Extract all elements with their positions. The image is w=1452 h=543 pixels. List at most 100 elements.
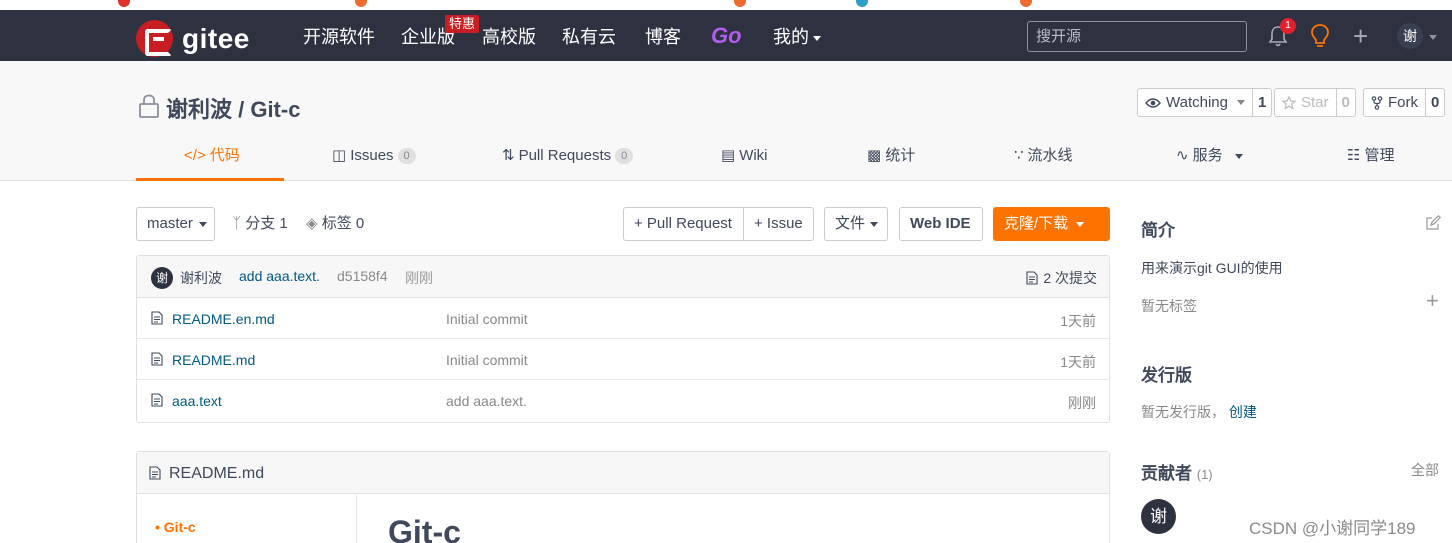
search-input[interactable]: [1027, 21, 1247, 52]
create-release-link[interactable]: 创建: [1229, 404, 1257, 420]
no-release-text: 暂无发行版，: [1141, 404, 1225, 420]
bookmark-icon[interactable]: [355, 0, 367, 7]
tab-manage[interactable]: ☷ 管理: [1347, 141, 1394, 181]
file-name[interactable]: aaa.text: [172, 393, 222, 409]
file-list: 谢 谢利波 add aaa.text. d5158f4 刚刚 2 次提交 REA…: [136, 255, 1110, 423]
notification-badge: 1: [1280, 18, 1296, 34]
branches-link[interactable]: ᛉ 分支 1: [232, 207, 288, 241]
file-time: 1天前: [1060, 354, 1096, 370]
clone-download-button[interactable]: 克隆/下载: [993, 207, 1110, 241]
star-button-group: Star 0: [1274, 88, 1356, 117]
tab-issues[interactable]: ◫ Issues 0: [332, 141, 416, 181]
tab-pull-requests-label: Pull Requests: [518, 147, 612, 164]
add-tag-icon[interactable]: +: [1426, 290, 1439, 312]
toc-item[interactable]: • Git-c: [155, 519, 196, 535]
file-name[interactable]: README.en.md: [172, 311, 275, 327]
create-plus-icon[interactable]: +: [1353, 23, 1368, 49]
tag-icon: ◈: [306, 215, 318, 232]
fork-count[interactable]: 0: [1425, 89, 1444, 116]
tab-wiki[interactable]: ▤ Wiki: [721, 141, 768, 181]
readme-header: README.md: [137, 452, 1109, 494]
issues-count-badge: 0: [397, 148, 416, 164]
file-commit-message[interactable]: add aaa.text.: [446, 393, 527, 409]
bar-chart-icon: ▩: [867, 147, 882, 164]
book-icon: ▤: [721, 147, 736, 164]
commit-message[interactable]: add aaa.text.: [239, 268, 320, 284]
nav-university[interactable]: 高校版: [482, 26, 536, 48]
nav-mine-dropdown[interactable]: 我的: [773, 26, 821, 48]
nav-private-cloud[interactable]: 私有云: [562, 26, 616, 48]
fork-label: Fork: [1388, 94, 1418, 111]
project-title[interactable]: 谢利波 / Git-c: [166, 92, 300, 124]
tab-pipeline[interactable]: ∵ 流水线: [1014, 141, 1073, 181]
file-row[interactable]: README.en.md Initial commit 1天前: [137, 298, 1109, 339]
bookmark-icon[interactable]: [118, 0, 130, 7]
tab-services[interactable]: ∿ 服务: [1176, 141, 1243, 181]
edit-icon[interactable]: [1425, 215, 1441, 231]
intro-title: 简介: [1141, 221, 1175, 240]
chevron-down-icon: [1236, 100, 1245, 105]
tab-pull-requests[interactable]: ⇅ Pull Requests 0: [502, 141, 634, 181]
tab-wiki-label: Wiki: [739, 147, 768, 164]
branch-select[interactable]: master: [136, 207, 215, 241]
contributor-avatar[interactable]: 谢: [1141, 499, 1176, 534]
new-issue-button[interactable]: + Issue: [743, 207, 814, 241]
tab-pipeline-label: 流水线: [1027, 147, 1073, 164]
intro-text: 用来演示git GUI的使用: [1141, 260, 1283, 276]
tab-stats[interactable]: ▩ 统计: [867, 141, 915, 181]
pulse-icon: ∿: [1176, 147, 1189, 164]
fork-icon: [1371, 95, 1383, 110]
bookmark-bar: [0, 0, 1452, 10]
commit-count-link[interactable]: 2 次提交: [1026, 268, 1097, 288]
file-row[interactable]: aaa.text add aaa.text. 刚刚: [137, 380, 1109, 421]
nav-go[interactable]: Go: [711, 23, 742, 49]
nav-open-source[interactable]: 开源软件: [303, 26, 375, 48]
watch-count[interactable]: 1: [1251, 89, 1271, 116]
branches-label: 分支 1: [245, 215, 288, 232]
top-navbar: gitee 开源软件 企业版 特惠 高校版 私有云 博客 Go 我的 1 + 谢: [0, 10, 1452, 61]
file-commit-message[interactable]: Initial commit: [446, 352, 528, 368]
manage-icon: ☷: [1347, 147, 1361, 164]
latest-commit-bar: 谢 谢利波 add aaa.text. d5158f4 刚刚 2 次提交: [137, 256, 1109, 298]
tags-link[interactable]: ◈ 标签 0: [306, 207, 364, 241]
star-label: Star: [1301, 94, 1329, 111]
pipeline-icon: ∵: [1014, 147, 1024, 164]
bookmark-icon[interactable]: [856, 0, 868, 7]
commit-author-avatar[interactable]: 谢: [151, 267, 173, 289]
star-button[interactable]: Star: [1275, 89, 1336, 116]
chevron-down-icon: [198, 221, 207, 227]
tab-code[interactable]: </> 代码: [184, 141, 240, 181]
file-time: 1天前: [1060, 313, 1096, 329]
bookmark-icon[interactable]: [734, 0, 746, 7]
bookmark-icon[interactable]: [1020, 0, 1032, 7]
file-name[interactable]: README.md: [172, 352, 255, 368]
commit-sha[interactable]: d5158f4: [337, 268, 388, 284]
lightbulb-icon[interactable]: [1310, 23, 1330, 49]
file-icon: [149, 466, 161, 480]
chevron-down-icon[interactable]: [1425, 28, 1437, 44]
commit-time: 刚刚: [405, 270, 433, 286]
user-avatar[interactable]: 谢: [1397, 23, 1423, 49]
watch-button[interactable]: Watching: [1138, 89, 1252, 116]
readme-heading: Git-c: [388, 514, 461, 543]
file-commit-message[interactable]: Initial commit: [446, 311, 528, 327]
file-label: 文件: [835, 215, 866, 232]
gitee-logo[interactable]: gitee: [136, 20, 250, 57]
file-time: 刚刚: [1068, 395, 1096, 411]
new-pull-request-button[interactable]: + Pull Request: [623, 207, 744, 241]
star-count[interactable]: 0: [1335, 89, 1355, 116]
fork-button[interactable]: Fork: [1364, 89, 1425, 116]
web-ide-button[interactable]: Web IDE: [899, 207, 983, 241]
branch-icon: ᛉ: [232, 215, 242, 232]
issues-icon: ◫: [332, 147, 347, 164]
tab-code-label: 代码: [209, 147, 240, 164]
file-dropdown[interactable]: 文件: [824, 207, 888, 241]
no-tags-text: 暂无标签: [1141, 298, 1197, 314]
all-contributors-link[interactable]: 全部: [1411, 460, 1439, 480]
code-icon: </>: [184, 147, 206, 164]
commit-author[interactable]: 谢利波: [180, 268, 222, 288]
watch-button-group: Watching 1: [1137, 88, 1273, 117]
commit-count-label: 2 次提交: [1043, 270, 1097, 286]
nav-blog[interactable]: 博客: [645, 26, 681, 48]
file-row[interactable]: README.md Initial commit 1天前: [137, 339, 1109, 380]
